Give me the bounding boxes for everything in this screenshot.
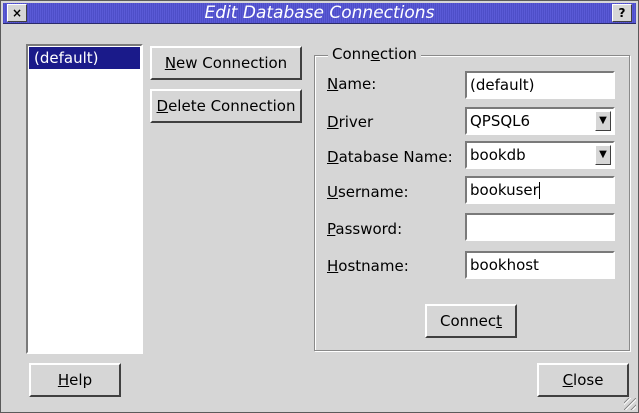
connection-list[interactable]: (default) [26, 44, 143, 354]
close-button[interactable]: Close [537, 363, 629, 397]
driver-label: Driver [327, 113, 374, 131]
database-name-label: Database Name: [327, 148, 453, 166]
window-title: Edit Database Connections [204, 3, 435, 23]
connect-button[interactable]: Connect [425, 304, 517, 338]
help-button[interactable]: Help [29, 363, 121, 397]
driver-select[interactable]: QPSQL6 ▼ [465, 107, 615, 135]
connection-group-title: Connection [328, 45, 421, 63]
dialog-window: × Edit Database Connections ? (default) … [0, 0, 639, 413]
password-label: Password: [327, 220, 403, 238]
chevron-down-icon[interactable]: ▼ [595, 145, 611, 165]
username-label: Username: [327, 183, 409, 201]
new-connection-button[interactable]: New Connection [150, 46, 302, 80]
database-name-select[interactable]: bookdb ▼ [465, 141, 615, 169]
help-window-icon[interactable]: ? [612, 4, 632, 22]
name-label: Name: [327, 75, 377, 93]
delete-connection-button[interactable]: Delete Connection [150, 89, 302, 123]
password-field[interactable] [465, 213, 615, 241]
title-bar[interactable]: × Edit Database Connections ? [3, 3, 636, 24]
username-field[interactable]: bookuser [465, 176, 615, 204]
name-field[interactable]: (default) [465, 71, 615, 99]
hostname-field[interactable]: bookhost [465, 251, 615, 279]
hostname-label: Hostname: [327, 257, 409, 275]
list-item[interactable]: (default) [29, 47, 140, 69]
chevron-down-icon[interactable]: ▼ [595, 111, 611, 131]
resize-grip-icon[interactable] [624, 398, 636, 410]
text-cursor [538, 182, 540, 199]
